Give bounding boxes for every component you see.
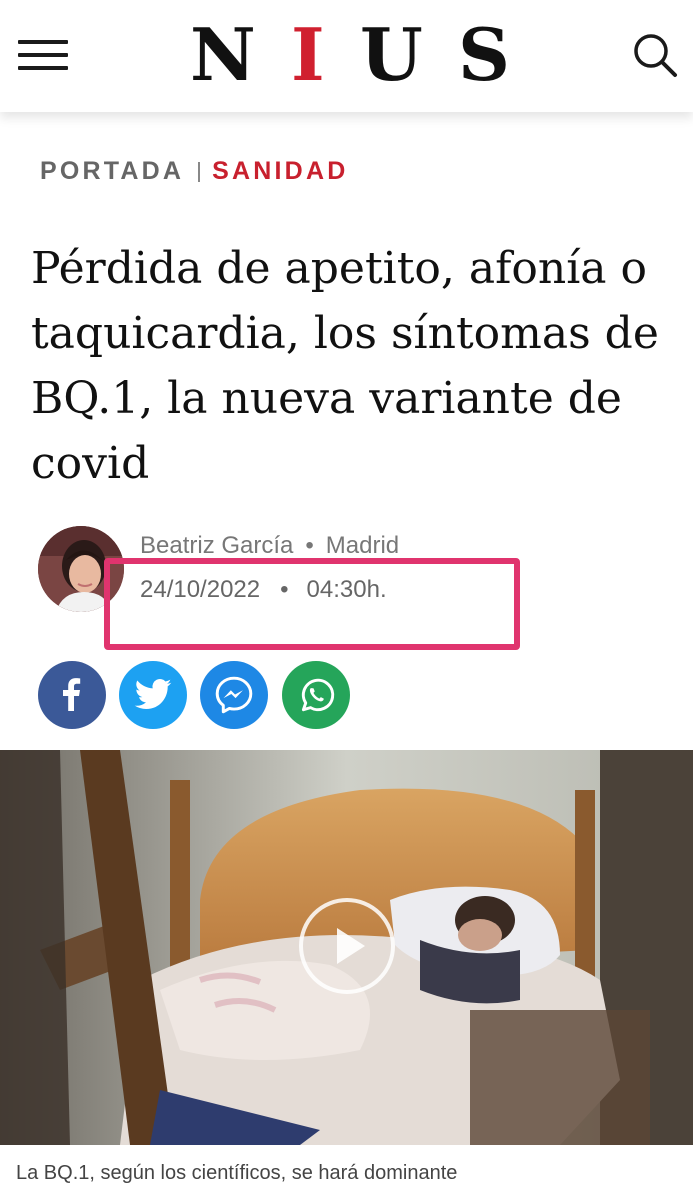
twitter-icon xyxy=(134,679,172,710)
byline-separator: • xyxy=(305,532,314,559)
logo-letter-n: N xyxy=(190,11,256,97)
messenger-icon xyxy=(215,676,253,714)
facebook-icon xyxy=(63,678,81,711)
breadcrumb-home-link[interactable]: PORTADA xyxy=(40,157,184,186)
author-location: Madrid xyxy=(325,532,400,559)
media-caption: La BQ.1, según los científicos, se hará … xyxy=(16,1162,458,1184)
logo-letter-s: S xyxy=(458,11,510,97)
breadcrumb: PORTADA SANIDAD xyxy=(40,157,348,186)
share-messenger-button[interactable] xyxy=(200,661,268,729)
hamburger-menu-icon[interactable] xyxy=(18,38,70,72)
breadcrumb-divider xyxy=(198,161,201,182)
author-byline: Beatriz García • Madrid xyxy=(140,532,399,560)
play-icon[interactable] xyxy=(299,898,395,994)
site-logo[interactable]: N I U S xyxy=(190,11,510,97)
logo-letter-u: U xyxy=(359,11,423,97)
share-twitter-button[interactable] xyxy=(119,661,187,729)
date-highlight-box xyxy=(104,558,520,650)
logo-letter-i: I xyxy=(291,11,325,97)
author-name[interactable]: Beatriz García xyxy=(140,532,293,559)
article-video[interactable] xyxy=(0,750,693,1145)
article-headline: Pérdida de apetito, afonía o taquicardia… xyxy=(31,243,659,489)
share-facebook-button[interactable] xyxy=(38,661,106,729)
top-navigation-bar: N I U S xyxy=(0,0,693,112)
search-icon[interactable] xyxy=(630,30,680,80)
whatsapp-icon xyxy=(301,678,335,712)
breadcrumb-section-link[interactable]: SANIDAD xyxy=(212,157,348,186)
share-whatsapp-button[interactable] xyxy=(282,661,350,729)
